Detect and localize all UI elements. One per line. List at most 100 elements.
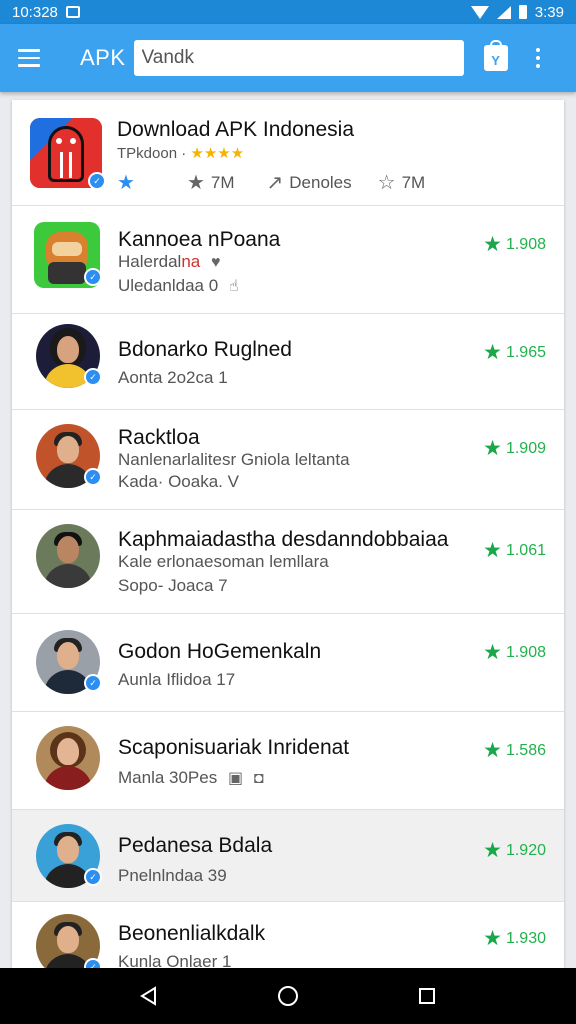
item-rating: ★ 1.586 bbox=[483, 738, 546, 763]
featured-meta-count-2: 7M bbox=[401, 172, 426, 192]
item-subtitle-b: na bbox=[181, 252, 201, 271]
item-title: Bdonarko Ruglned bbox=[118, 338, 292, 361]
featured-app-developer: TPkdoon bbox=[117, 145, 178, 162]
item-title: Kaphmaiadastha desdanndobbaiaa bbox=[118, 528, 449, 551]
more-options-icon[interactable] bbox=[535, 48, 540, 68]
rating-value: 1.930 bbox=[505, 929, 546, 947]
item-detail: Sopo- Joaca 7 bbox=[118, 576, 228, 595]
rating-value: 1.920 bbox=[505, 841, 546, 859]
star-filled-icon[interactable]: ★ bbox=[117, 170, 135, 195]
star-icon: ★ bbox=[483, 839, 502, 862]
shield-icon: ◘ bbox=[253, 770, 264, 787]
rating-value: 1.061 bbox=[505, 541, 546, 559]
item-subtitle-a: Halerdal bbox=[118, 252, 182, 271]
featured-meta-count-1: 7M bbox=[210, 172, 235, 192]
share-icon[interactable]: ↗ bbox=[267, 170, 284, 195]
featured-meta-label: Denoles bbox=[289, 172, 352, 192]
featured-app-title: Download APK Indonesia bbox=[117, 118, 354, 141]
avatar: ✓ bbox=[36, 914, 102, 968]
recents-icon bbox=[418, 988, 435, 1004]
status-time: 10:328 bbox=[12, 3, 58, 21]
item-rating: ★ 1.965 bbox=[483, 340, 546, 365]
list-item[interactable]: Kaphmaiadastha desdanndobbaiaa Kale erlo… bbox=[12, 510, 564, 614]
item-rating: ★ 1.920 bbox=[483, 838, 546, 863]
lock-icon: ▣ bbox=[227, 770, 244, 787]
rating-value: 1.909 bbox=[505, 439, 546, 457]
star-icon: ★ bbox=[483, 927, 502, 950]
status-bar: 10:328 3:39 bbox=[0, 0, 576, 24]
app-title: APK bbox=[80, 45, 126, 70]
item-title: Pedanesa Bdala bbox=[118, 834, 273, 857]
signal-icon bbox=[496, 5, 511, 19]
avatar: ✓ bbox=[36, 324, 102, 388]
star-icon: ★ bbox=[483, 341, 502, 364]
item-title: Beonenlialkdalk bbox=[118, 922, 266, 945]
avatar bbox=[36, 726, 100, 790]
avatar bbox=[36, 524, 100, 588]
item-subtitle: Manla 30Pes ▣ ◘ bbox=[118, 768, 264, 788]
item-title: Scaponisuariak Inridenat bbox=[118, 736, 350, 759]
item-subtitle: Aunla Iflidoa 17 bbox=[118, 670, 236, 689]
navigation-bar bbox=[0, 968, 576, 1024]
item-rating: ★ 1.930 bbox=[483, 926, 546, 951]
notification-icon bbox=[65, 6, 80, 18]
home-button[interactable] bbox=[268, 976, 308, 1016]
featured-app-icon: ✓ bbox=[30, 118, 106, 190]
featured-app-meta: ★ ★ 7M ↗ Denoles ☆ 7M bbox=[117, 170, 425, 195]
wifi-icon bbox=[470, 5, 489, 19]
app-bar: APK Y bbox=[0, 24, 576, 92]
item-rating: ★ 1.908 bbox=[483, 640, 546, 665]
battery-icon bbox=[518, 5, 527, 19]
rating-value: 1.908 bbox=[505, 235, 546, 253]
list-item[interactable]: ✓ Racktloa Nanlenarlalitesr Gniola lelta… bbox=[12, 410, 564, 510]
rating-value: 1.586 bbox=[505, 741, 546, 759]
star-icon[interactable]: ★ bbox=[187, 170, 205, 195]
star-icon: ★ bbox=[483, 641, 502, 664]
list-item[interactable]: ✓ Bdonarko Ruglned Aonta 2o2ca 1 ★ 1.965 bbox=[12, 314, 564, 410]
heart-icon: ♥ bbox=[210, 254, 221, 271]
item-detail: Uledanldaa 0 ☝ bbox=[118, 276, 239, 296]
thumbs-up-icon: ☝ bbox=[228, 278, 239, 295]
list-item[interactable]: ✓ Pedanesa Bdala Pnelnlndaa 39 ★ 1.920 bbox=[12, 810, 564, 902]
item-subtitle: Nanlenarlalitesr Gniola leltanta bbox=[118, 450, 350, 469]
featured-app-stars: ★★★★ bbox=[190, 145, 245, 162]
item-detail: Kada· Ooaka. V bbox=[118, 472, 239, 491]
item-subtitle: Halerdalna ♥ bbox=[118, 252, 220, 272]
item-title: Godon HoGemenkaln bbox=[118, 640, 322, 663]
avatar: ✓ bbox=[36, 824, 102, 888]
item-detail-text: Uledanldaa 0 bbox=[118, 276, 219, 295]
item-subtitle: Kunla Onlaer 1 bbox=[118, 952, 232, 968]
featured-app-row[interactable]: ✓ Download APK Indonesia TPkdoon · ★★★★ … bbox=[12, 100, 564, 206]
item-subtitle-text: Manla 30Pes bbox=[118, 768, 218, 787]
list-item[interactable]: ✓ Godon HoGemenkaln Aunla Iflidoa 17 ★ 1… bbox=[12, 614, 564, 712]
rating-value: 1.965 bbox=[505, 343, 546, 361]
search-input[interactable] bbox=[133, 40, 464, 76]
list-item[interactable]: ✓ Beonenlialkdalk Kunla Onlaer 1 ★ 1.930 bbox=[12, 902, 564, 968]
avatar: ✓ bbox=[36, 424, 102, 488]
item-subtitle: Kale erlonaesoman lemllara bbox=[118, 552, 329, 571]
star-icon: ★ bbox=[483, 233, 502, 256]
back-button[interactable] bbox=[129, 976, 169, 1016]
list-item[interactable]: Scaponisuariak Inridenat Manla 30Pes ▣ ◘… bbox=[12, 712, 564, 810]
home-icon bbox=[277, 986, 298, 1006]
item-rating: ★ 1.061 bbox=[483, 538, 546, 563]
app-list: ✓ Download APK Indonesia TPkdoon · ★★★★ … bbox=[12, 100, 564, 968]
store-icon[interactable]: Y bbox=[483, 40, 508, 71]
star-icon: ★ bbox=[483, 539, 502, 562]
item-subtitle: Pnelnlndaa 39 bbox=[118, 866, 227, 885]
avatar: ✓ bbox=[36, 630, 102, 694]
item-title: Kannoea nPoana bbox=[118, 228, 281, 251]
star-icon: ★ bbox=[483, 739, 502, 762]
app-icon: ✓ bbox=[34, 222, 102, 288]
recents-button[interactable] bbox=[407, 976, 447, 1016]
item-title: Racktloa bbox=[118, 426, 200, 449]
list-item[interactable]: ✓ Kannoea nPoana Halerdalna ♥ Uledanldaa… bbox=[12, 206, 564, 314]
rating-value: 1.908 bbox=[505, 643, 546, 661]
status-right-time: 3:39 bbox=[534, 3, 564, 21]
item-rating: ★ 1.909 bbox=[483, 436, 546, 461]
featured-app-subtitle: TPkdoon · ★★★★ bbox=[117, 145, 245, 162]
item-subtitle: Aonta 2o2ca 1 bbox=[118, 368, 228, 387]
back-icon bbox=[140, 986, 157, 1006]
menu-icon[interactable] bbox=[18, 49, 40, 67]
star-outline-icon[interactable]: ☆ bbox=[378, 170, 396, 195]
